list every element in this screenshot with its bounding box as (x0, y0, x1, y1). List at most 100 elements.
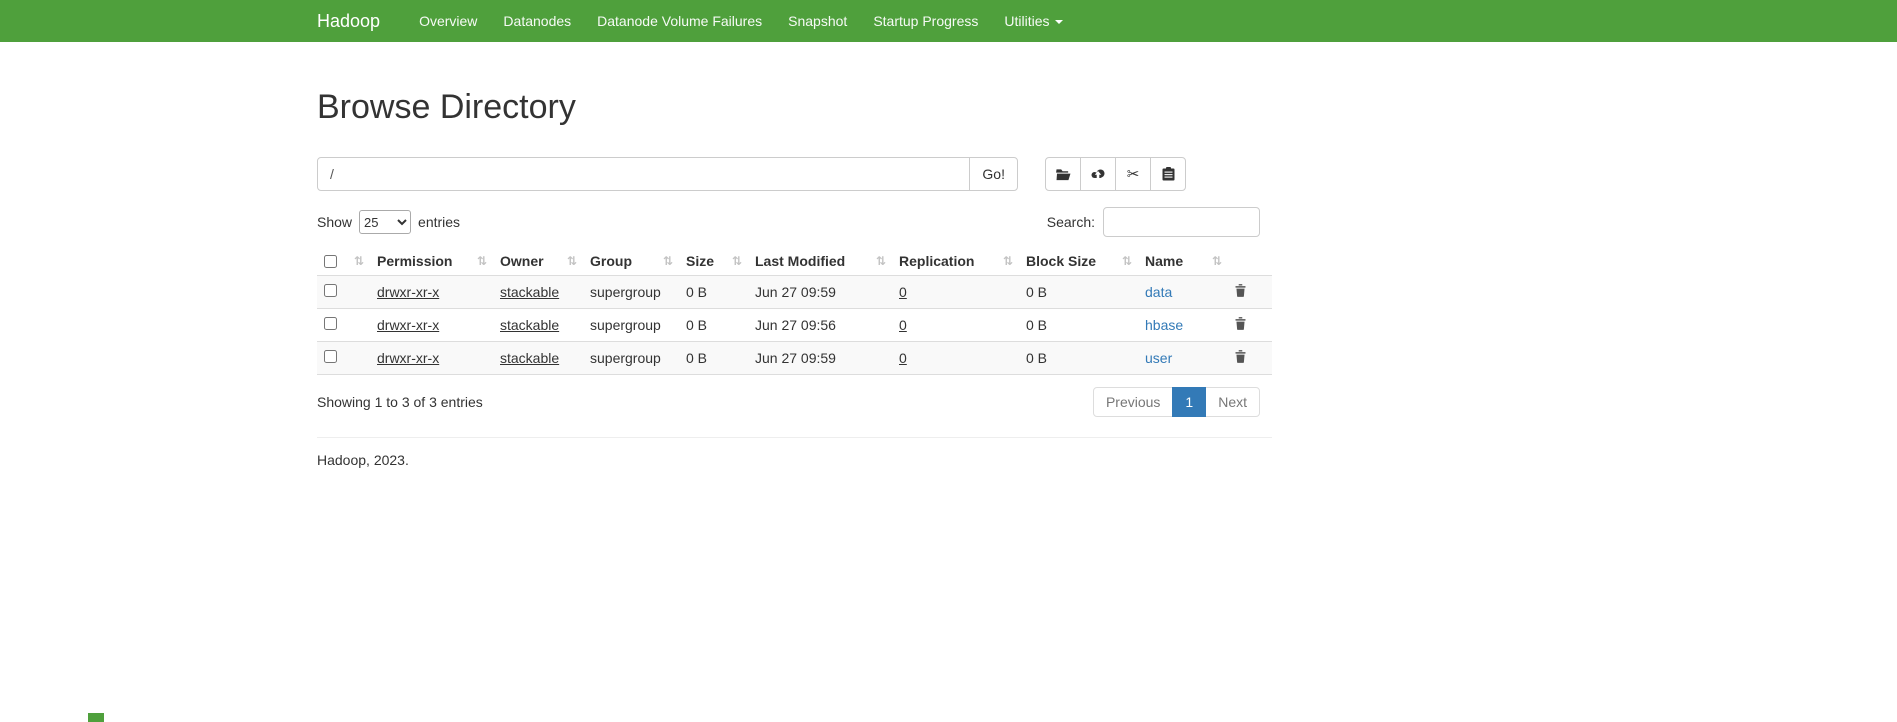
column-header-replication[interactable]: Replication⇅ (894, 247, 1021, 276)
page-size-select[interactable]: 25 (359, 210, 411, 234)
cut-button[interactable]: ✂ (1115, 157, 1151, 191)
block-size-value: 0 B (1026, 317, 1047, 333)
pagination-page-1[interactable]: 1 (1172, 387, 1206, 417)
directory-path-input[interactable] (317, 157, 970, 191)
sort-icon: ⇅ (1122, 254, 1132, 268)
nav-item-datanode-volume-failures[interactable]: Datanode Volume Failures (584, 0, 775, 42)
group-value: supergroup (590, 350, 661, 366)
nav-item-snapshot[interactable]: Snapshot (775, 0, 860, 42)
sort-icon: ⇅ (663, 254, 673, 268)
column-header-select[interactable]: ⇅ (317, 247, 372, 276)
size-value: 0 B (686, 350, 707, 366)
permission-value[interactable]: drwxr-xr-x (377, 317, 439, 333)
column-header-actions (1230, 247, 1272, 276)
search-label: Search: (1047, 214, 1095, 230)
column-header-group[interactable]: Group ⇅ (585, 247, 681, 276)
last-modified-value: Jun 27 09:56 (755, 317, 836, 333)
permission-value[interactable]: drwxr-xr-x (377, 284, 439, 300)
entries-label: entries (418, 214, 460, 230)
nav-item-startup-progress[interactable]: Startup Progress (860, 0, 991, 42)
last-modified-value: Jun 27 09:59 (755, 350, 836, 366)
pagination-previous[interactable]: Previous (1093, 387, 1173, 417)
footer-divider (317, 437, 1272, 438)
column-label: Group (590, 253, 632, 269)
utilities-label: Utilities (1004, 13, 1049, 29)
column-label: Owner (500, 253, 544, 269)
folder-open-icon (1056, 168, 1071, 181)
block-size-value: 0 B (1026, 284, 1047, 300)
owner-value[interactable]: stackable (500, 350, 559, 366)
replication-value[interactable]: 0 (899, 317, 907, 333)
pagination: Previous 1 Next (1093, 387, 1260, 417)
paste-button[interactable] (1150, 157, 1186, 191)
upload-files-button[interactable] (1080, 157, 1116, 191)
nav-item-utilities[interactable]: Utilities (991, 0, 1075, 42)
directory-link[interactable]: data (1145, 284, 1172, 300)
column-label: Name (1145, 253, 1183, 269)
column-label: Size (686, 253, 714, 269)
table-row: drwxr-xr-x stackable supergroup 0 B Jun … (317, 309, 1272, 342)
go-button[interactable]: Go! (969, 157, 1018, 191)
trash-icon (1235, 317, 1246, 330)
pagination-next[interactable]: Next (1205, 387, 1260, 417)
trash-icon (1235, 350, 1246, 363)
page-title: Browse Directory (317, 88, 1272, 127)
create-directory-button[interactable] (1045, 157, 1081, 191)
page-length-control: Show 25 entries (317, 210, 460, 234)
block-size-value: 0 B (1026, 350, 1047, 366)
delete-button[interactable] (1235, 350, 1246, 363)
row-checkbox[interactable] (324, 350, 337, 363)
last-modified-value: Jun 27 09:59 (755, 284, 836, 300)
column-header-owner[interactable]: Owner ⇅ (495, 247, 585, 276)
column-header-name[interactable]: Name ⇅ (1140, 247, 1230, 276)
owner-value[interactable]: stackable (500, 284, 559, 300)
navbar-brand[interactable]: Hadoop (317, 11, 380, 32)
delete-button[interactable] (1235, 284, 1246, 297)
delete-button[interactable] (1235, 317, 1246, 330)
nav-item-datanodes[interactable]: Datanodes (490, 0, 584, 42)
cloud-upload-icon (1090, 167, 1106, 181)
bottom-left-green-artifact (88, 713, 104, 722)
table-info-row: Showing 1 to 3 of 3 entries Previous 1 N… (317, 387, 1272, 417)
column-header-permission[interactable]: Permission⇅ (372, 247, 495, 276)
directory-link[interactable]: user (1145, 350, 1172, 366)
show-label: Show (317, 214, 352, 230)
path-row: Go! ✂ (317, 157, 1272, 191)
path-input-group: Go! (317, 157, 1018, 191)
navbar: Hadoop Overview Datanodes Datanode Volum… (0, 0, 1897, 42)
column-header-block-size[interactable]: Block Size⇅ (1021, 247, 1140, 276)
row-checkbox[interactable] (324, 317, 337, 330)
group-value: supergroup (590, 284, 661, 300)
permission-value[interactable]: drwxr-xr-x (377, 350, 439, 366)
directory-table: ⇅ Permission⇅ Owner ⇅ Group ⇅ Size ⇅ Last M… (317, 247, 1272, 375)
column-label: Replication (899, 253, 974, 269)
directory-link[interactable]: hbase (1145, 317, 1183, 333)
footer-text: Hadoop, 2023. (317, 452, 1272, 468)
size-value: 0 B (686, 284, 707, 300)
sort-icon: ⇅ (876, 254, 886, 268)
search-control: Search: (1047, 207, 1260, 237)
search-input[interactable] (1103, 207, 1260, 237)
sort-icon: ⇅ (1212, 254, 1222, 268)
chevron-down-icon (1055, 20, 1063, 24)
sort-icon: ⇅ (567, 254, 577, 268)
paste-icon (1162, 167, 1175, 181)
column-header-size[interactable]: Size ⇅ (681, 247, 750, 276)
select-all-checkbox[interactable] (324, 255, 337, 268)
table-row: drwxr-xr-x stackable supergroup 0 B Jun … (317, 276, 1272, 309)
table-controls-row: Show 25 entries Search: (317, 207, 1272, 237)
column-header-last-modified[interactable]: Last Modified ⇅ (750, 247, 894, 276)
row-checkbox[interactable] (324, 284, 337, 297)
table-row: drwxr-xr-x stackable supergroup 0 B Jun … (317, 342, 1272, 375)
nav-item-overview[interactable]: Overview (406, 0, 490, 42)
trash-icon (1235, 284, 1246, 297)
sort-icon: ⇅ (732, 254, 742, 268)
table-summary: Showing 1 to 3 of 3 entries (317, 394, 483, 410)
column-label: Last Modified (755, 253, 845, 269)
toolbar-button-group: ✂ (1045, 157, 1186, 191)
size-value: 0 B (686, 317, 707, 333)
table-header-row: ⇅ Permission⇅ Owner ⇅ Group ⇅ Size ⇅ Last M… (317, 247, 1272, 276)
replication-value[interactable]: 0 (899, 284, 907, 300)
owner-value[interactable]: stackable (500, 317, 559, 333)
replication-value[interactable]: 0 (899, 350, 907, 366)
